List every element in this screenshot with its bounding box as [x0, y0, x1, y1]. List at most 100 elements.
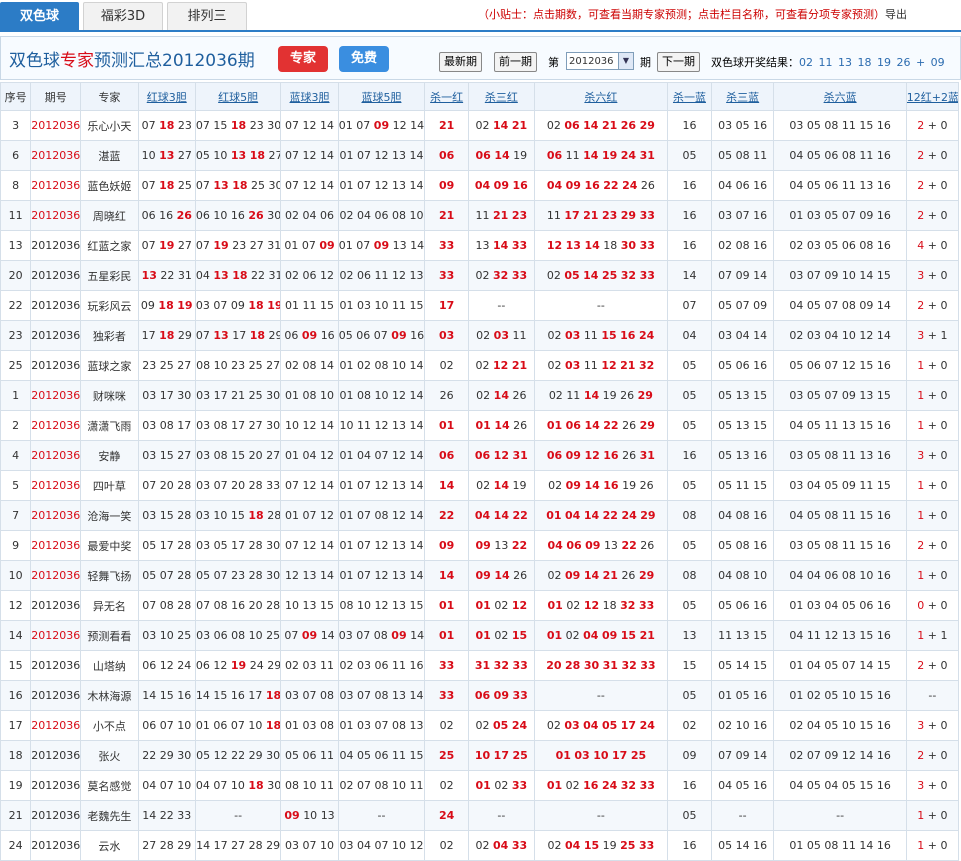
cell-expert[interactable]: 湛蓝 — [80, 140, 139, 171]
tab-pailie3[interactable]: 排列三 — [167, 2, 247, 30]
col-kill1blue[interactable]: 杀一蓝 — [667, 82, 712, 111]
cell-period[interactable]: 2012036 — [30, 560, 82, 591]
col-red5[interactable]: 红球5胆 — [194, 82, 282, 111]
cell-expert[interactable]: 轻舞飞扬 — [80, 560, 139, 591]
cell-expert[interactable]: 莫名感觉 — [80, 770, 139, 801]
cell-period[interactable]: 2012036 — [30, 710, 82, 741]
newest-period-button[interactable]: 最新期 — [439, 52, 482, 72]
cell-b5: 01 04 07 12 14 — [337, 440, 426, 471]
cell-period[interactable]: 2012036 — [30, 320, 82, 351]
cell-period[interactable]: 2012036 — [30, 800, 82, 831]
free-button[interactable]: 免费 — [339, 46, 389, 72]
cell-r5: 05 07 23 28 30 — [194, 560, 282, 591]
prev-period-button[interactable]: 前一期 — [494, 52, 537, 72]
cell-period[interactable]: 2012036 — [30, 170, 82, 201]
cell-period[interactable]: 2012036 — [30, 110, 82, 141]
cell-hit: 1 + 0 — [905, 380, 960, 411]
col-12red2blue[interactable]: 12红+2蓝 — [905, 82, 960, 111]
cell-k1b: 05 — [667, 140, 712, 171]
cell-r3: 03 15 28 — [137, 500, 196, 531]
cell-k6b: 01 03 04 05 06 16 — [773, 590, 907, 621]
cell-expert[interactable]: 四叶草 — [80, 470, 139, 501]
tab-shuangseqiu[interactable]: 双色球 — [0, 2, 79, 30]
col-blue3[interactable]: 蓝球3胆 — [280, 82, 339, 111]
cell-expert[interactable]: 最爱中奖 — [80, 530, 139, 561]
cell-expert[interactable]: 沧海一笑 — [80, 500, 139, 531]
cell-k1r: 01 — [424, 590, 469, 621]
cell-expert[interactable]: 潇潇飞雨 — [80, 410, 139, 441]
cell-period[interactable]: 2012036 — [30, 770, 82, 801]
table-row: 19 2012036 莫名感觉 04 07 10 04 07 10 18 30 08 10… — [0, 770, 960, 801]
cell-expert[interactable]: 木林海源 — [80, 680, 139, 711]
cell-k6b: 01 02 05 10 15 16 — [773, 680, 907, 711]
cell-expert[interactable]: 张火 — [80, 740, 139, 771]
cell-b5: 03 04 07 10 12 — [337, 830, 426, 861]
cell-expert[interactable]: 蓝色妖姬 — [80, 170, 139, 201]
table-row: 202012036五星彩民13 22 3104 13 18 22 3102 06… — [0, 260, 960, 291]
col-red3[interactable]: 红球3胆 — [137, 82, 196, 111]
cell-k3b: 05 13 15 — [710, 410, 775, 441]
cell-period[interactable]: 2012036 — [30, 290, 82, 321]
cell-expert[interactable]: 小不点 — [80, 710, 139, 741]
cell-expert[interactable]: 玩彩风云 — [80, 290, 139, 321]
cell-period[interactable]: 2012036 — [30, 350, 82, 381]
cell-period[interactable]: 2012036 — [30, 200, 82, 231]
cell-k6b: 03 07 09 10 14 15 — [773, 260, 907, 291]
cell-hit: 2 + 0 — [905, 200, 960, 231]
cell-expert[interactable]: 老魏先生 — [80, 800, 139, 831]
cell-k1b: 09 — [667, 740, 712, 771]
col-kill3blue[interactable]: 杀三蓝 — [710, 82, 775, 111]
cell-k1b: 16 — [667, 170, 712, 201]
cell-r3: 14 15 16 — [137, 680, 196, 711]
col-kill3red[interactable]: 杀三红 — [468, 82, 535, 111]
cell-expert[interactable]: 蓝球之家 — [80, 350, 139, 381]
export-link[interactable]: 导出 — [885, 8, 907, 21]
cell-period[interactable]: 2012036 — [30, 830, 82, 861]
cell-b3: 03 07 10 — [280, 830, 339, 861]
col-kill1red[interactable]: 杀一红 — [424, 82, 469, 111]
cell-b3: 07 12 14 — [280, 530, 339, 561]
cell-r5: 08 10 23 25 27 — [194, 350, 282, 381]
cell-expert[interactable]: 红蓝之家 — [80, 230, 139, 261]
cell-expert[interactable]: 安静 — [80, 440, 139, 471]
cell-period[interactable]: 2012036 — [30, 230, 82, 261]
col-kill6blue[interactable]: 杀六蓝 — [773, 82, 907, 111]
col-blue5[interactable]: 蓝球5胆 — [337, 82, 426, 111]
cell-k6b: 03 05 07 09 13 15 — [773, 380, 907, 411]
cell-k1b: 05 — [667, 800, 712, 831]
period-select[interactable]: 2012036 ▼ — [566, 52, 634, 70]
cell-period[interactable]: 2012036 — [30, 410, 82, 441]
cell-expert[interactable]: 周晓红 — [80, 200, 139, 231]
cell-period[interactable]: 2012036 — [30, 620, 82, 651]
cell-period[interactable]: 2012036 — [30, 650, 82, 681]
cell-period[interactable]: 2012036 — [30, 530, 82, 561]
cell-expert[interactable]: 山塔纳 — [80, 650, 139, 681]
cell-period[interactable]: 2012036 — [30, 260, 82, 291]
cell-k1b: 16 — [667, 200, 712, 231]
cell-period[interactable]: 2012036 — [30, 440, 82, 471]
cell-expert[interactable]: 财咪咪 — [80, 380, 139, 411]
cell-period[interactable]: 2012036 — [30, 680, 82, 711]
cell-k6r: 12 13 14 18 30 33 — [533, 230, 669, 261]
col-kill6red[interactable]: 杀六红 — [533, 82, 669, 111]
cell-k1r: 21 — [424, 200, 469, 231]
cell-expert[interactable]: 独彩者 — [80, 320, 139, 351]
cell-r5: 03 06 08 10 25 — [194, 620, 282, 651]
cell-period[interactable]: 2012036 — [30, 590, 82, 621]
cell-hit: 1 + 0 — [905, 800, 960, 831]
table-body: 3 2012036 乐心小天 07 18 23 07 15 18 23 30 07 12 … — [0, 110, 960, 861]
cell-k1b: 16 — [667, 830, 712, 861]
cell-expert[interactable]: 云水 — [80, 830, 139, 861]
cell-expert[interactable]: 五星彩民 — [80, 260, 139, 291]
cell-period[interactable]: 2012036 — [30, 140, 82, 171]
tab-fucai3d[interactable]: 福彩3D — [83, 2, 163, 30]
expert-button[interactable]: 专家 — [278, 46, 328, 72]
cell-period[interactable]: 2012036 — [30, 500, 82, 531]
cell-period[interactable]: 2012036 — [30, 740, 82, 771]
cell-expert[interactable]: 异无名 — [80, 590, 139, 621]
next-period-button[interactable]: 下一期 — [657, 52, 700, 72]
cell-period[interactable]: 2012036 — [30, 380, 82, 411]
cell-expert[interactable]: 预测看看 — [80, 620, 139, 651]
cell-period[interactable]: 2012036 — [30, 470, 82, 501]
cell-expert[interactable]: 乐心小天 — [80, 110, 139, 141]
